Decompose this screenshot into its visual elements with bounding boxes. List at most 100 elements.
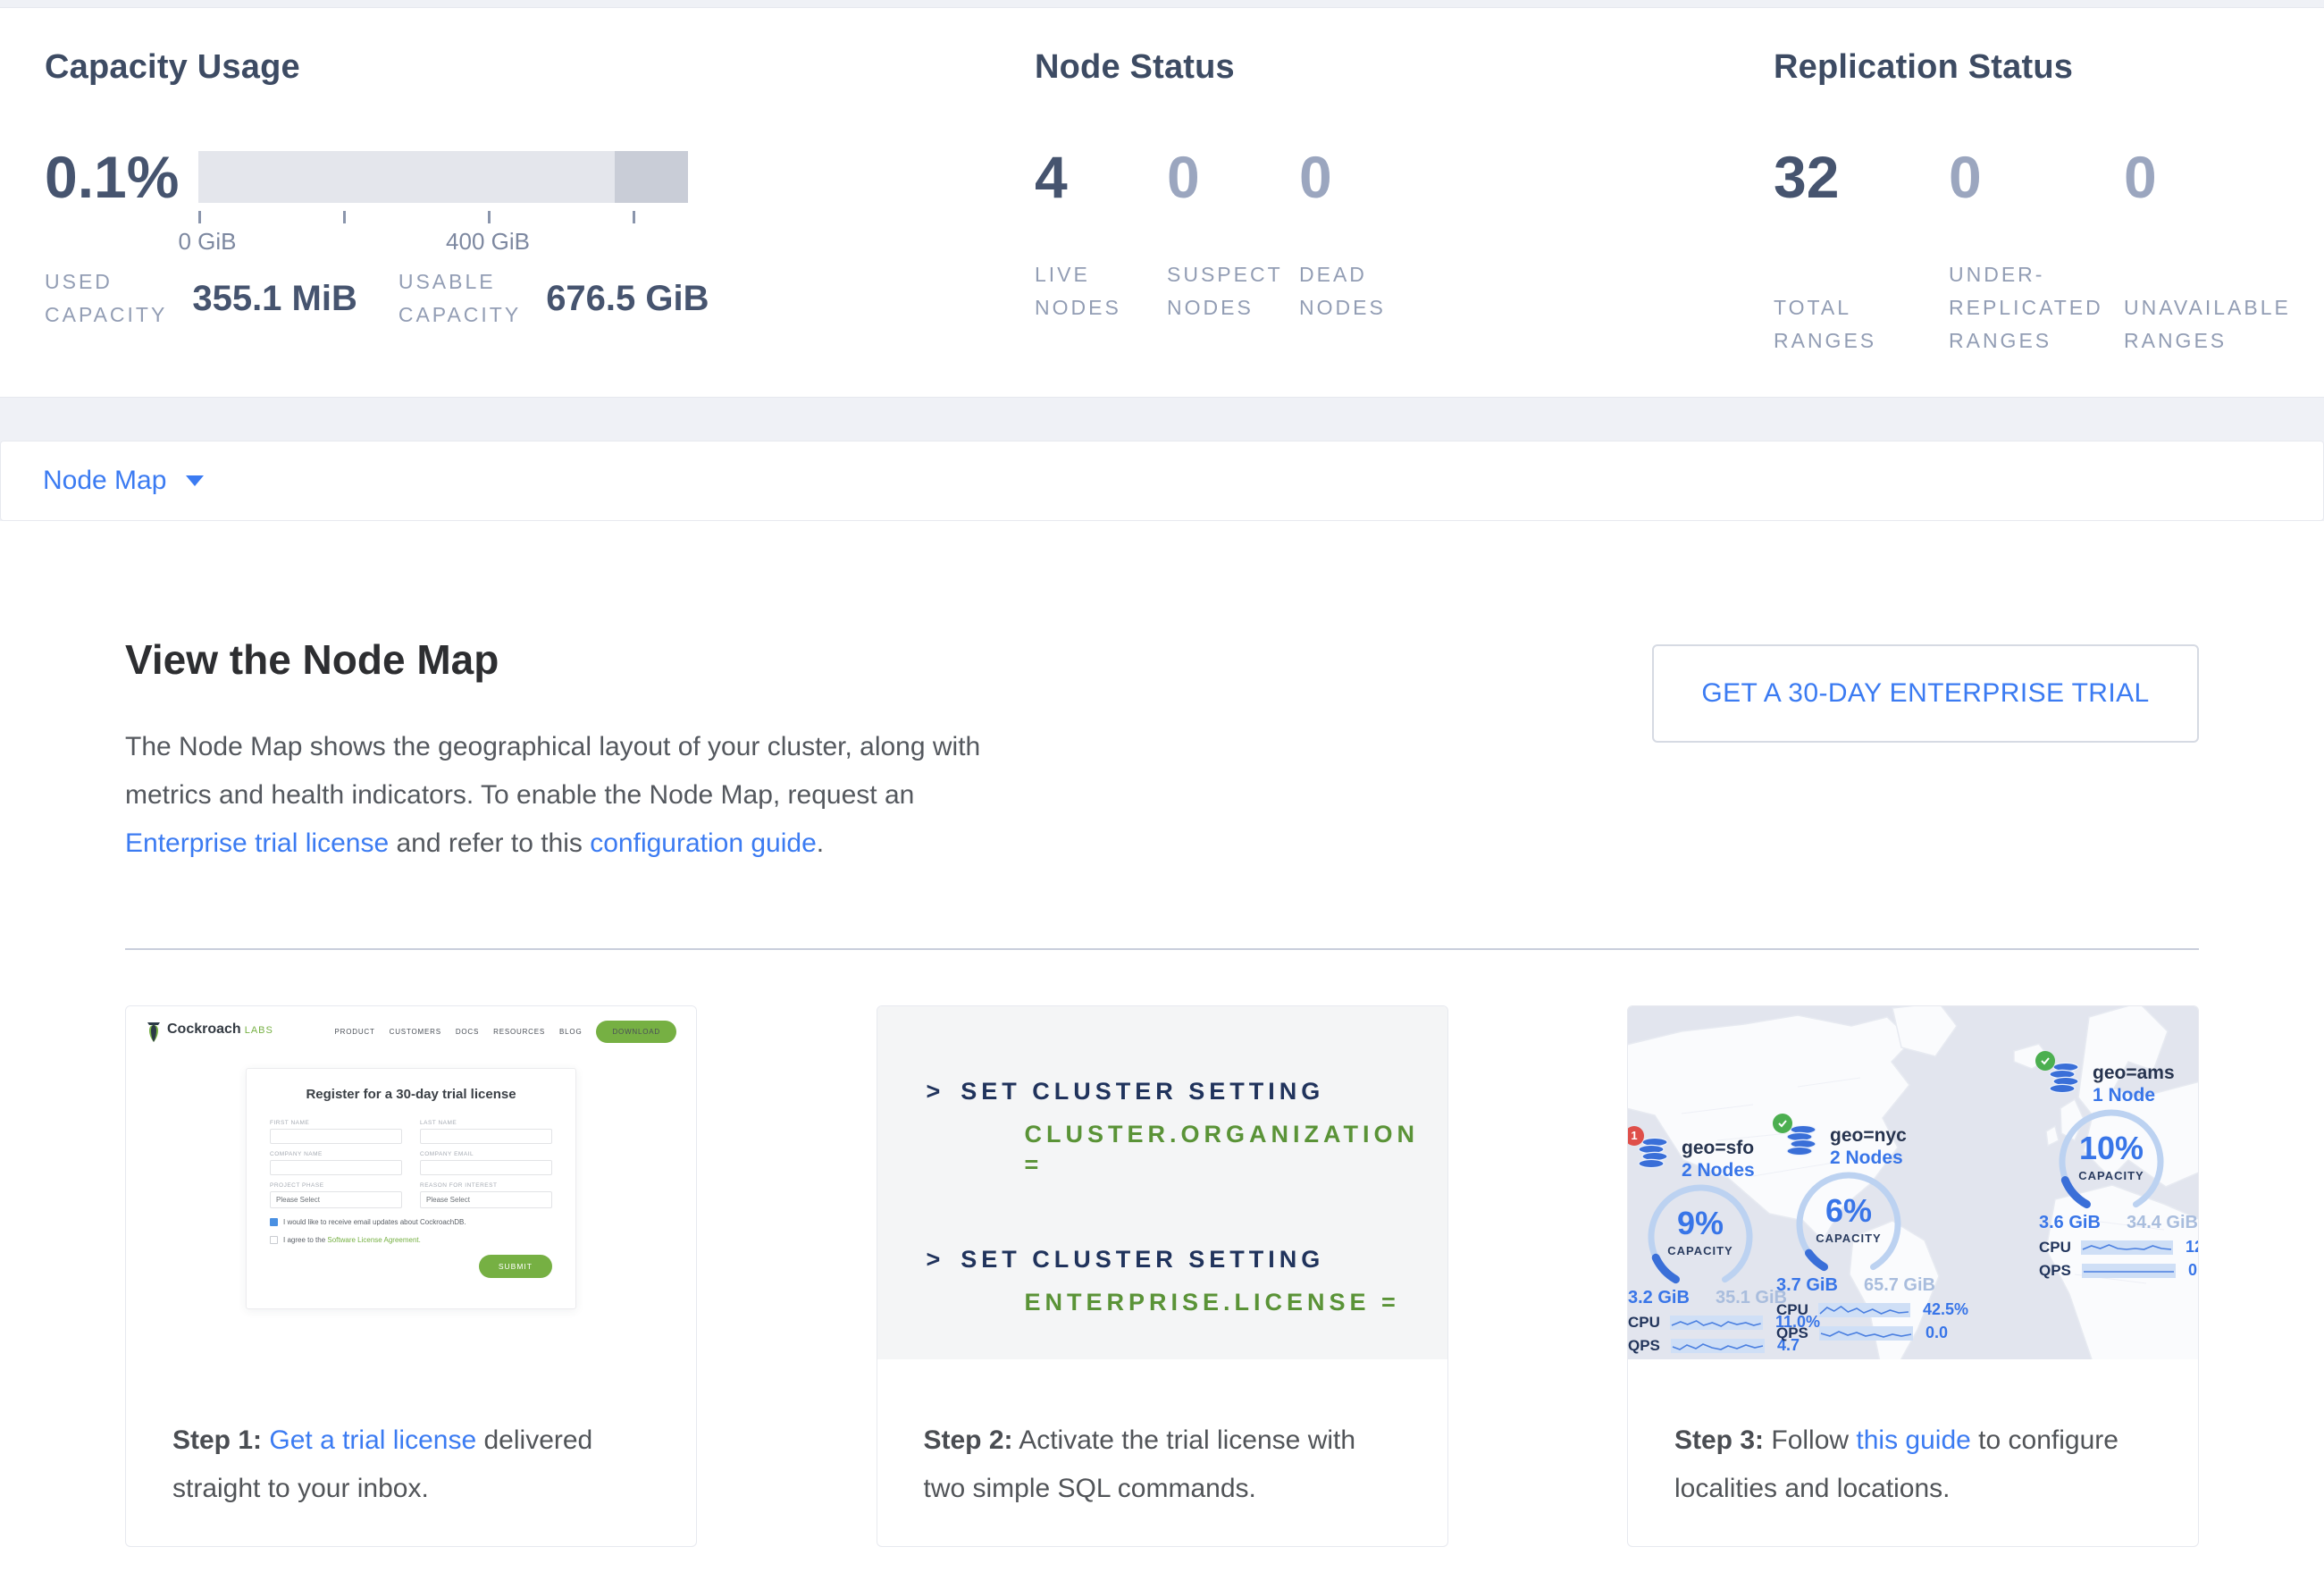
used-capacity-label: USED CAPACITY [45, 265, 167, 332]
cpu-sparkline [1670, 1316, 1763, 1330]
usable-capacity-metric: USABLE CAPACITY 676.5 GiB [399, 265, 751, 332]
capacity-gauge: 10% CAPACITY [2044, 1108, 2178, 1211]
cpu-label: CPU [2039, 1239, 2081, 1257]
step2-card: >SET CLUSTER SETTING CLUSTER.ORGANIZATIO… [877, 1005, 1448, 1547]
email-updates-checkbox-label: I would like to receive email updates ab… [283, 1218, 466, 1226]
locality-name: geo=nyc [1830, 1124, 1907, 1147]
step1-card: Cockroach LABS PRODUCT CUSTOMERS DOCS RE… [125, 1005, 697, 1547]
total-capacity: 34.4 GiB [2127, 1213, 2198, 1233]
capacity-used-percent: 0.1% [45, 137, 198, 239]
reason-for-interest-label: REASON FOR INTEREST [420, 1182, 552, 1189]
axis-tick [633, 211, 635, 223]
under-replicated-ranges-count: 0 [1949, 137, 2124, 217]
step2-code-image: >SET CLUSTER SETTING CLUSTER.ORGANIZATIO… [877, 1006, 1447, 1359]
view-selector-bar: Node Map [0, 441, 2324, 521]
intro-text: . [817, 828, 824, 858]
reason-for-interest-select: Please Select [420, 1191, 552, 1208]
qps-value: 0.0 [1925, 1324, 1948, 1342]
get-enterprise-trial-button[interactable]: GET A 30-DAY ENTERPRISE TRIAL [1652, 644, 2199, 743]
company-email-label: COMPANY EMAIL [420, 1151, 552, 1157]
software-license-agreement-link: Software License Agreement. [327, 1236, 421, 1244]
project-phase-select: Please Select [270, 1191, 402, 1208]
locality-name: geo=ams [2093, 1062, 2175, 1084]
node-map-preview-image: 1 geo=sfo [1628, 1006, 2198, 1359]
this-guide-link[interactable]: this guide [1856, 1425, 1970, 1455]
qps-label: QPS [1776, 1324, 1819, 1342]
axis-tick [198, 211, 201, 223]
replication-status-section: Replication Status 32 0 0 TOTAL RANGES U… [1774, 48, 2299, 357]
form-title: Register for a 30-day trial license [270, 1087, 552, 1102]
page-title: View the Node Map [125, 635, 1028, 684]
capacity-label: CAPACITY [2044, 1169, 2178, 1182]
nav-product: PRODUCT [335, 1028, 375, 1036]
get-trial-license-link[interactable]: Get a trial license [269, 1425, 476, 1455]
used-capacity: 3.6 GiB [2039, 1213, 2101, 1233]
download-button: DOWNLOAD [596, 1021, 676, 1043]
axis-tick [488, 211, 491, 223]
used-capacity: 3.2 GiB [1628, 1288, 1690, 1308]
axis-tick [343, 211, 346, 223]
locality-node-count: 2 Nodes [1682, 1159, 1755, 1181]
suspect-nodes-label: SUSPECT NODES [1167, 258, 1299, 324]
node-status-section: Node Status 4 0 0 LIVE NODES SUSPECT NOD… [1035, 48, 1431, 324]
used-capacity-metric: USED CAPACITY 355.1 MiB [45, 265, 399, 332]
capacity-percent: 9% [1633, 1205, 1767, 1242]
qps-label: QPS [1628, 1337, 1671, 1355]
nav-docs: DOCS [456, 1028, 479, 1036]
capacity-gauge: 6% CAPACITY [1782, 1171, 1916, 1274]
configuration-guide-link[interactable]: configuration guide [590, 828, 817, 858]
capacity-label: CAPACITY [1782, 1232, 1916, 1245]
intro-text: The Node Map shows the geographical layo… [125, 732, 980, 810]
submit-button: SUBMIT [479, 1255, 552, 1278]
dead-nodes-count: 0 [1299, 137, 1431, 217]
company-name-field [270, 1160, 402, 1175]
nav-customers: CUSTOMERS [390, 1028, 441, 1036]
sql-command-arg: CLUSTER.ORGANIZATION = [1025, 1119, 1447, 1180]
locality-node-count: 2 Nodes [1830, 1147, 1907, 1169]
capacity-bar: 0 GiB 400 GiB [198, 151, 688, 239]
section-divider [125, 948, 2199, 950]
used-capacity-value: 355.1 MiB [192, 279, 357, 319]
total-ranges-count: 32 [1774, 137, 1949, 217]
brand-suffix: LABS [245, 1025, 273, 1036]
axis-tick-label: 400 GiB [446, 228, 530, 256]
locality-marker-nyc: geo=nyc 2 Nodes 6% CAPACITY 3.7 GiB [1776, 1124, 1968, 1342]
step3-card: 1 geo=sfo [1627, 1005, 2199, 1547]
license-agreement-checkbox-label: I agree to the Software License Agreemen… [283, 1236, 421, 1244]
capacity-percent: 6% [1782, 1192, 1916, 1230]
mini-site-nav: PRODUCT CUSTOMERS DOCS RESOURCES BLOG DO… [321, 1021, 677, 1043]
qps-sparkline [1671, 1339, 1765, 1353]
node-map-selector[interactable]: Node Map [43, 466, 166, 496]
cpu-value: 42.5% [1923, 1300, 1968, 1319]
cpu-label: CPU [1628, 1314, 1670, 1332]
cpu-value: 12.3% [2186, 1238, 2198, 1257]
capacity-label: CAPACITY [1633, 1244, 1767, 1257]
usable-capacity-label: USABLE CAPACITY [399, 265, 521, 332]
step1-preview-image: Cockroach LABS PRODUCT CUSTOMERS DOCS RE… [126, 1006, 696, 1359]
capacity-bar-track [198, 151, 688, 203]
node-status-title: Node Status [1035, 48, 1431, 87]
node-map-placeholder-section: View the Node Map The Node Map shows the… [0, 521, 2324, 1589]
live-nodes-label: LIVE NODES [1035, 258, 1167, 324]
cockroach-icon [146, 1022, 162, 1043]
chevron-down-icon[interactable] [186, 475, 204, 486]
first-name-field [270, 1129, 402, 1144]
checkbox-empty-icon [270, 1236, 278, 1244]
sql-command-line: >SET CLUSTER SETTING [927, 1244, 1447, 1274]
replication-status-title: Replication Status [1774, 48, 2299, 87]
ok-badge-icon [2035, 1051, 2055, 1071]
used-capacity: 3.7 GiB [1776, 1275, 1838, 1296]
cpu-sparkline [1818, 1303, 1910, 1317]
unavailable-ranges-label: UNAVAILABLE RANGES [2124, 291, 2299, 357]
nav-blog: BLOG [559, 1028, 582, 1036]
cpu-sparkline [2081, 1240, 2173, 1255]
intro-text: and refer to this [389, 828, 590, 858]
trial-registration-form: Register for a 30-day trial license FIRS… [246, 1068, 576, 1309]
step3-caption: Step 3: Follow this guide to configure l… [1628, 1359, 2198, 1513]
sql-command-line: >SET CLUSTER SETTING [927, 1076, 1447, 1106]
suspect-nodes-count: 0 [1167, 137, 1299, 217]
live-nodes-count: 4 [1035, 137, 1167, 217]
axis-tick-label: 0 GiB [178, 228, 236, 256]
enterprise-trial-license-link[interactable]: Enterprise trial license [125, 828, 389, 858]
total-ranges-label: TOTAL RANGES [1774, 291, 1949, 357]
